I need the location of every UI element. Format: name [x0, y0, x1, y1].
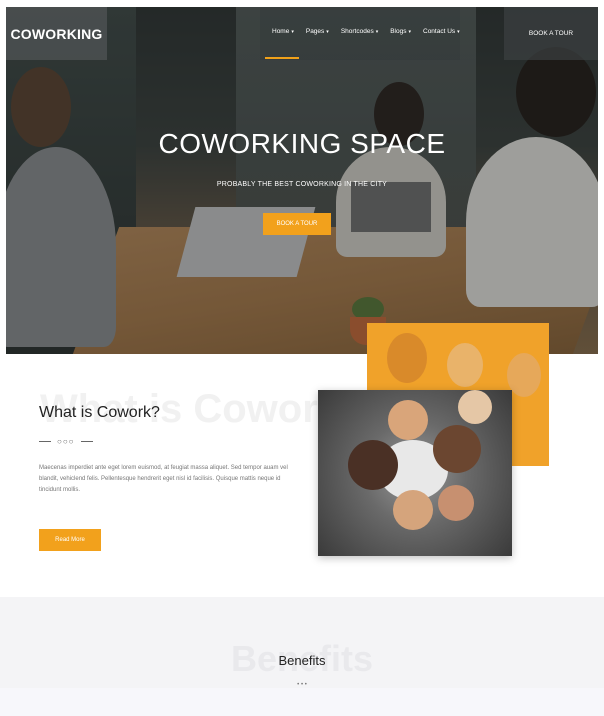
main-nav: Home ▾ Pages ▾ Shortcodes ▾ Blogs ▾ Contact …	[272, 28, 460, 35]
divider-line	[39, 441, 51, 442]
face	[388, 400, 428, 440]
divider-dots: ○○○	[57, 437, 75, 446]
about-divider: ○○○	[39, 437, 93, 446]
book-tour-button[interactable]: BOOK A TOUR	[263, 213, 331, 235]
hero-subtitle: PROBABLY THE BEST COWORKING IN THE CITY	[216, 181, 388, 188]
book-tour-nav-button[interactable]: BOOK A TOUR	[504, 7, 598, 60]
nav-label: Pages	[305, 28, 325, 35]
nav-label: Blogs	[390, 28, 407, 35]
face	[393, 490, 433, 530]
face	[458, 390, 492, 424]
nav-label: Contact Us	[423, 28, 456, 35]
chevron-down-icon: ▾	[408, 28, 411, 35]
read-more-button[interactable]: Read More	[39, 529, 101, 551]
chevron-down-icon: ▾	[326, 28, 329, 35]
divider-line	[80, 441, 93, 442]
face	[387, 333, 427, 383]
about-body: Maecenas imperdiet ante eget lorem euism…	[39, 465, 288, 493]
face	[433, 425, 481, 473]
nav-item-pages[interactable]: Pages ▾	[306, 28, 329, 35]
nav-item-shortcodes[interactable]: Shortcodes ▾	[341, 28, 378, 35]
face	[348, 440, 398, 490]
nav-label: Home	[272, 28, 290, 35]
logo[interactable]: COWORKING	[6, 7, 107, 60]
face	[507, 353, 541, 397]
chevron-down-icon: ▾	[291, 28, 294, 35]
chevron-down-icon: ▾	[375, 28, 379, 35]
logo-text: COWORKING	[10, 25, 103, 42]
face	[447, 343, 483, 387]
nav-active-indicator	[265, 57, 299, 59]
nav-label: Shortcodes	[340, 28, 374, 35]
benefits-title: Benefits	[278, 653, 326, 668]
hero-title: COWORKING SPACE	[158, 128, 446, 159]
chevron-down-icon: ▾	[457, 28, 460, 35]
nav-item-blogs[interactable]: Blogs ▾	[390, 28, 411, 35]
team-huddle-image	[318, 390, 512, 556]
face	[438, 485, 474, 521]
nav-item-home[interactable]: Home ▾	[272, 28, 294, 35]
benefits-divider: • • •	[297, 682, 307, 688]
about-title: What is Cowork?	[39, 404, 160, 421]
nav-item-contact[interactable]: Contact Us ▾	[423, 28, 460, 35]
book-tour-nav-label: BOOK A TOUR	[528, 30, 574, 37]
bottom-strip	[0, 688, 604, 716]
